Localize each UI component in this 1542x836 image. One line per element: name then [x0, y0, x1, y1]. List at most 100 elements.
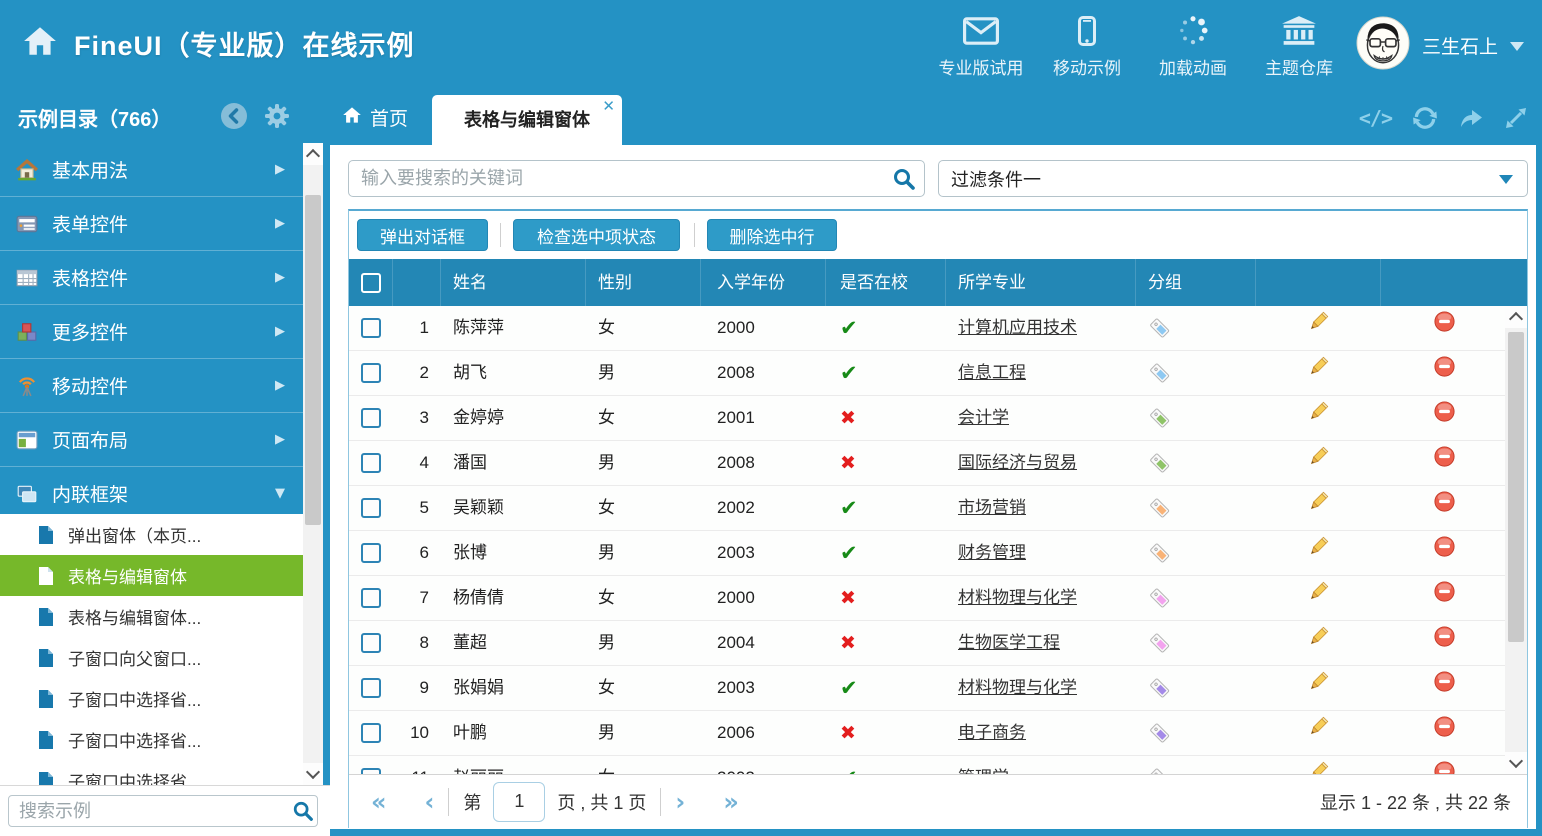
sidebar-group-表格控件[interactable]: 表格控件▶	[0, 251, 303, 305]
collapse-sidebar-icon[interactable]	[220, 102, 248, 135]
major-link[interactable]: 生物医学工程	[958, 633, 1060, 652]
header-nav-item[interactable]: 专业版试用	[928, 10, 1034, 79]
edit-pencil-icon[interactable]	[1307, 576, 1330, 620]
fullscreen-icon[interactable]	[1504, 106, 1528, 130]
delete-row-icon[interactable]	[1433, 306, 1456, 350]
edit-pencil-icon[interactable]	[1307, 756, 1330, 774]
header-nav-item[interactable]: 加载动画	[1140, 10, 1246, 79]
edit-pencil-icon[interactable]	[1307, 621, 1330, 665]
row-checkbox[interactable]	[361, 588, 381, 608]
edit-pencil-icon[interactable]	[1307, 441, 1330, 485]
prev-page-button[interactable]: ‹	[425, 790, 435, 814]
major-link[interactable]: 国际经济与贸易	[958, 453, 1077, 472]
edit-pencil-icon[interactable]	[1307, 396, 1330, 440]
search-icon[interactable]	[292, 800, 314, 827]
next-page-button[interactable]: ›	[675, 790, 685, 814]
search-icon[interactable]	[892, 167, 916, 196]
user-box[interactable]: 三生石上	[1356, 16, 1524, 75]
delete-row-icon[interactable]	[1433, 441, 1456, 485]
major-link[interactable]: 电子商务	[958, 723, 1026, 742]
major-link[interactable]: 财务管理	[958, 543, 1026, 562]
sidebar-group-更多控件[interactable]: 更多控件▶	[0, 305, 303, 359]
tab-home[interactable]: 首页	[342, 90, 408, 145]
table-scroll-thumb[interactable]	[1508, 332, 1524, 642]
major-link[interactable]: 市场营销	[958, 498, 1026, 517]
delete-row-icon[interactable]	[1433, 396, 1456, 440]
filter-dropdown-value: 过滤条件一	[951, 166, 1499, 192]
delete-row-icon[interactable]	[1433, 756, 1456, 774]
sidebar-item-子窗口中选择省...[interactable]: 子窗口中选择省...	[0, 678, 303, 719]
tab-active[interactable]: 表格与编辑窗体 ✕	[432, 95, 622, 145]
scroll-up-icon[interactable]	[303, 143, 323, 165]
refresh-icon[interactable]	[1412, 105, 1438, 131]
sidebar-item-表格与编辑窗体...[interactable]: 表格与编辑窗体...	[0, 596, 303, 637]
edit-pencil-icon[interactable]	[1307, 351, 1330, 395]
sidebar-item-子窗口中选择省...[interactable]: 子窗口中选择省...	[0, 760, 303, 785]
sidebar-item-子窗口中选择省...[interactable]: 子窗口中选择省...	[0, 719, 303, 760]
row-checkbox[interactable]	[361, 723, 381, 743]
sidebar-group-基本用法[interactable]: 基本用法▶	[0, 143, 303, 197]
major-link[interactable]: 会计学	[958, 408, 1009, 427]
open-dialog-button[interactable]: 弹出对话框	[357, 219, 488, 251]
scroll-up-icon[interactable]	[1505, 306, 1527, 328]
row-checkbox[interactable]	[361, 678, 381, 698]
file-icon	[38, 566, 54, 586]
edit-pencil-icon[interactable]	[1307, 486, 1330, 530]
delete-rows-button[interactable]: 删除选中行	[707, 219, 837, 251]
share-icon[interactable]	[1458, 106, 1484, 130]
sidebar-scrollbar[interactable]	[303, 143, 323, 785]
row-checkbox[interactable]	[361, 543, 381, 563]
edit-pencil-icon[interactable]	[1307, 666, 1330, 710]
page-number-input[interactable]	[493, 782, 545, 822]
delete-row-icon[interactable]	[1433, 486, 1456, 530]
sidebar-search-input[interactable]	[8, 795, 318, 827]
last-page-button[interactable]: »	[723, 790, 739, 814]
tab-close-icon[interactable]: ✕	[602, 97, 615, 115]
edit-pencil-icon[interactable]	[1307, 531, 1330, 575]
table-scrollbar[interactable]	[1505, 306, 1527, 774]
delete-row-icon[interactable]	[1433, 576, 1456, 620]
select-all-checkbox[interactable]	[361, 273, 381, 293]
row-checkbox[interactable]	[361, 408, 381, 428]
cell-gender: 男	[586, 531, 701, 575]
edit-pencil-icon[interactable]	[1307, 711, 1330, 755]
major-link[interactable]: 计算机应用技术	[958, 318, 1077, 337]
row-checkbox[interactable]	[361, 363, 381, 383]
sidebar-group-表单控件[interactable]: 表单控件▶	[0, 197, 303, 251]
gear-icon[interactable]	[264, 103, 290, 134]
check-selection-button[interactable]: 检查选中项状态	[513, 219, 680, 251]
sidebar-group-内联框架[interactable]: 内联框架▼	[0, 467, 303, 521]
frames-icon	[16, 483, 38, 505]
user-name[interactable]: 三生石上	[1422, 32, 1498, 59]
major-link[interactable]: 材料物理与化学	[958, 678, 1077, 697]
header-nav-item[interactable]: 主题仓库	[1246, 10, 1352, 79]
filter-dropdown[interactable]: 过滤条件一	[938, 160, 1528, 197]
scroll-down-icon[interactable]	[303, 763, 323, 785]
sidebar-item-表格与编辑窗体[interactable]: 表格与编辑窗体	[0, 555, 303, 596]
sidebar-group-移动控件[interactable]: 移动控件▶	[0, 359, 303, 413]
avatar[interactable]	[1356, 16, 1410, 75]
row-checkbox[interactable]	[361, 453, 381, 473]
keyword-search-input[interactable]	[348, 160, 925, 197]
edit-pencil-icon[interactable]	[1307, 306, 1330, 350]
major-link[interactable]: 信息工程	[958, 363, 1026, 382]
delete-row-icon[interactable]	[1433, 351, 1456, 395]
row-checkbox[interactable]	[361, 318, 381, 338]
header-nav-item[interactable]: 移动示例	[1034, 10, 1140, 79]
sidebar-scroll-thumb[interactable]	[305, 195, 321, 525]
row-checkbox[interactable]	[361, 498, 381, 518]
sidebar-group-页面布局[interactable]: 页面布局▶	[0, 413, 303, 467]
delete-row-icon[interactable]	[1433, 666, 1456, 710]
delete-row-icon[interactable]	[1433, 621, 1456, 665]
sidebar-item-弹出窗体（本页...[interactable]: 弹出窗体（本页...	[0, 514, 303, 555]
major-link[interactable]: 材料物理与化学	[958, 588, 1077, 607]
delete-row-icon[interactable]	[1433, 711, 1456, 755]
row-checkbox[interactable]	[361, 633, 381, 653]
delete-row-icon[interactable]	[1433, 531, 1456, 575]
sidebar-item-子窗口向父窗口...[interactable]: 子窗口向父窗口...	[0, 637, 303, 678]
first-page-button[interactable]: «	[371, 790, 387, 814]
source-code-icon[interactable]: </>	[1359, 106, 1392, 130]
user-dropdown-caret-icon[interactable]	[1510, 42, 1524, 58]
scroll-down-icon[interactable]	[1505, 752, 1527, 774]
column-header-select[interactable]	[349, 259, 393, 306]
